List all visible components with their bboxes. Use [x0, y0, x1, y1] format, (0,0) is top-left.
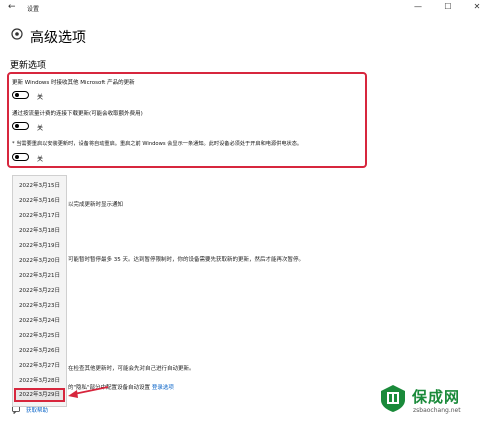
pause-text: 可能暂时暂停最多 35 天。达到暂停限制时，你的设备需要先获取新的更新，然后才能…	[68, 257, 304, 263]
date-option[interactable]: 2022年3月22日	[13, 284, 66, 298]
date-option[interactable]: 2022年3月17日	[13, 209, 66, 223]
title-bar: ← 设置 — ☐ ✕	[0, 0, 500, 16]
minimize-icon[interactable]: —	[411, 2, 425, 11]
toggle-metered[interactable]	[12, 122, 29, 130]
option-other-products-label: 更新 Windows 时接收其他 Microsoft 产品的更新	[12, 80, 135, 86]
date-option[interactable]: 2022年3月21日	[13, 269, 66, 283]
date-option[interactable]: 2022年3月25日	[13, 329, 66, 343]
watermark-text: 保成网	[412, 388, 461, 406]
self-update-text: 在检查其他更新时，可能会先对自己进行自动更新。	[68, 366, 195, 372]
date-option[interactable]: 2022年3月26日	[13, 344, 66, 358]
window-title: 设置	[27, 6, 40, 13]
update-options-heading: 更新选项	[10, 61, 47, 71]
highlight-box	[7, 72, 367, 168]
date-option[interactable]: 2022年3月20日	[13, 254, 66, 268]
toggle-metered-state: 关	[37, 125, 44, 132]
option-metered-label: 通过按流量计费的连接下载更新(可能会收取额外费用)	[12, 111, 143, 117]
sign-in-options-link[interactable]: 登录选项	[152, 385, 174, 391]
date-option[interactable]: 2022年3月15日	[13, 179, 66, 193]
home-gear-icon	[11, 28, 23, 40]
pointer-arrow-icon	[68, 386, 109, 398]
page-title: 高级选项	[30, 30, 86, 46]
close-icon[interactable]: ✕	[470, 2, 484, 11]
toggle-restart-state: 关	[37, 156, 44, 163]
toggle-other-products-state: 关	[37, 94, 44, 101]
toggle-restart[interactable]	[12, 153, 29, 161]
date-option[interactable]: 2022年3月27日	[13, 359, 66, 373]
date-option[interactable]: 2022年3月23日	[13, 299, 66, 313]
restart-note: * 当需要重启以安装更新时，设备将自动重启。重启之前 Windows 会显示一条…	[12, 141, 303, 147]
date-option-selected[interactable]: 2022年3月29日	[14, 388, 65, 402]
date-option[interactable]: 2022年3月19日	[13, 239, 66, 253]
date-option[interactable]: 2022年3月18日	[13, 224, 66, 238]
help-icon	[12, 406, 20, 414]
get-help-link[interactable]: 获取帮助	[26, 406, 48, 414]
date-option[interactable]: 2022年3月24日	[13, 314, 66, 328]
notify-text: 以完成更新时显示通知	[68, 202, 124, 208]
date-option[interactable]: 2022年3月16日	[13, 194, 66, 208]
maximize-icon[interactable]: ☐	[441, 2, 455, 11]
toggle-other-products[interactable]	[12, 91, 29, 99]
date-dropdown[interactable]: 2022年3月15日 2022年3月16日 2022年3月17日 2022年3月…	[12, 175, 67, 407]
watermark-subtext: zsbaochang.net	[413, 407, 461, 414]
back-arrow-icon[interactable]: ←	[8, 2, 16, 12]
watermark-logo-icon	[381, 385, 405, 412]
date-option[interactable]: 2022年3月28日	[13, 374, 66, 388]
